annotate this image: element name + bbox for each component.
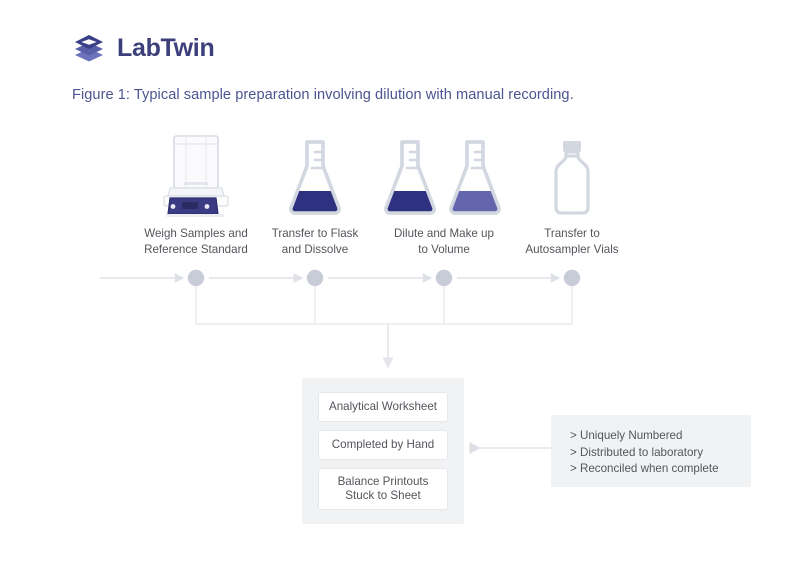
brand-wordmark: LabTwin (117, 33, 215, 62)
stacked-diamond-logo-icon (72, 31, 106, 65)
note-line: > Reconciled when complete (570, 462, 719, 475)
erlenmeyer-flask-icon (240, 132, 390, 218)
note-line: > Distributed to laboratory (570, 445, 704, 459)
brand-logo: LabTwin (72, 31, 215, 65)
analytical-worksheet-panel: Analytical Worksheet Completed by Hand B… (302, 378, 464, 524)
worksheet-item-balance-printouts: Balance Printouts Stuck to Sheet (318, 468, 448, 510)
worksheet-item-analytical-worksheet: Analytical Worksheet (318, 392, 448, 422)
figure-caption: Figure 1: Typical sample preparation inv… (72, 87, 574, 103)
step-label: Transfer to Autosampler Vials (525, 227, 619, 256)
process-step-transfer-to-vials: Transfer to Autosampler Vials (497, 132, 647, 257)
step-label: Transfer to Flask and Dissolve (271, 227, 359, 256)
process-step-transfer-to-flask: Transfer to Flask and Dissolve (240, 132, 390, 257)
worksheet-notes-panel: > Uniquely Numbered > Distributed to lab… (551, 415, 751, 487)
notes-to-worksheet-arrow (462, 442, 554, 454)
worksheet-item-completed-by-hand: Completed by Hand (318, 430, 448, 460)
process-timeline (0, 255, 800, 375)
autosampler-vial-icon (497, 132, 647, 218)
note-line: > Uniquely Numbered (570, 429, 683, 442)
